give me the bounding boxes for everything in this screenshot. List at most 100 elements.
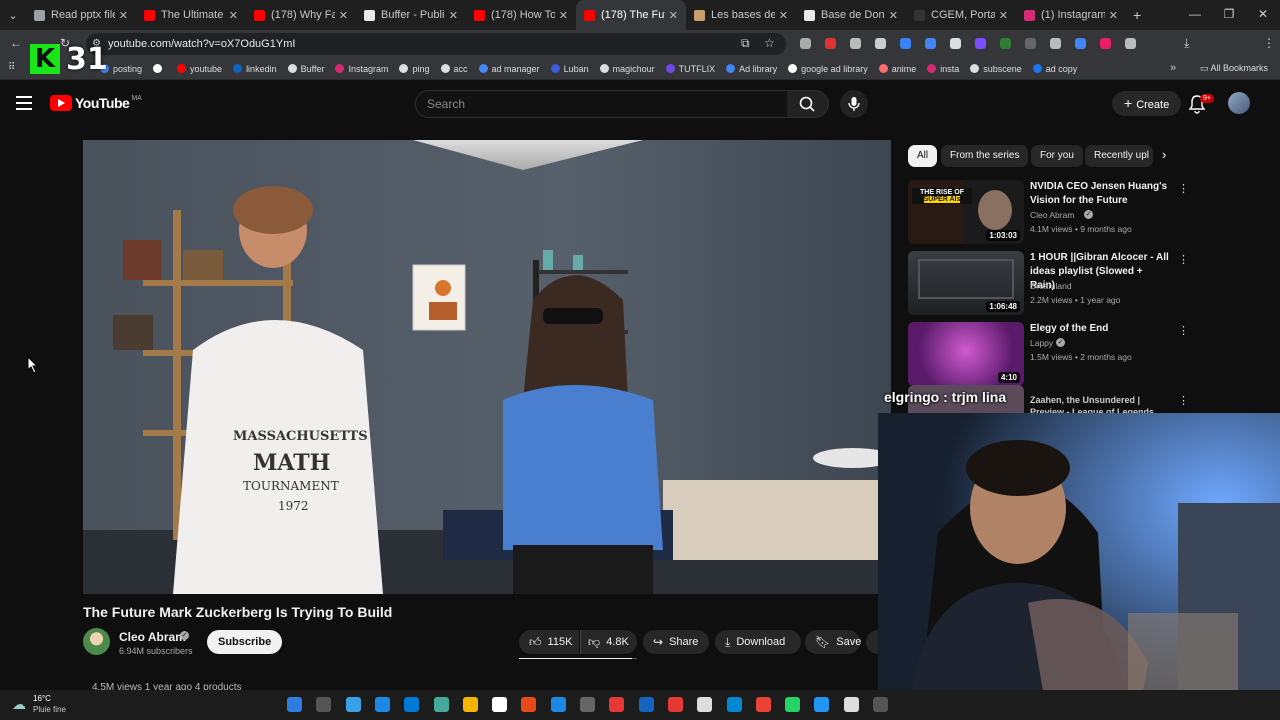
file-explorer-icon[interactable] — [462, 697, 478, 712]
bookmark-item[interactable]: Ad library — [726, 64, 777, 74]
dislike-button[interactable]: 👎︎ 4.8K — [580, 630, 637, 654]
windows-start-icon[interactable] — [287, 697, 302, 712]
related-video-item[interactable]: 4:10 Elegy of the End Lappy ✓ 1.5M views… — [908, 322, 1198, 386]
settings-icon[interactable] — [580, 697, 595, 712]
chip-all[interactable]: All — [908, 145, 938, 167]
more-options-icon[interactable]: ⋮ — [1178, 324, 1189, 337]
close-tab-icon[interactable]: ✕ — [889, 9, 898, 22]
close-tab-icon[interactable]: ✕ — [339, 9, 348, 22]
search-button[interactable] — [787, 90, 829, 118]
extension-icon[interactable] — [975, 38, 986, 49]
bookmark-item[interactable]: TUTFLIX — [665, 64, 715, 74]
browser-tab[interactable]: The Ultimate Di ✕ — [136, 0, 246, 30]
notion-icon[interactable] — [843, 697, 859, 712]
copilot-icon[interactable] — [345, 697, 361, 712]
like-button[interactable]: 👍︎ 115K — [519, 630, 579, 654]
chevron-right-icon[interactable]: › — [1162, 147, 1166, 162]
subscribe-button[interactable]: Subscribe — [207, 630, 283, 654]
related-video-item[interactable]: THE RISE OF SUPER AIs 1:03:03 NVIDIA CEO… — [908, 180, 1198, 244]
related-title[interactable]: NVIDIA CEO Jensen Huang's Vision for the… — [1030, 180, 1170, 208]
bookmark-item[interactable]: insta — [927, 64, 959, 74]
browser-tab[interactable]: Read pptx file ✕ — [26, 0, 136, 30]
related-thumbnail[interactable]: 4:10 — [908, 322, 1024, 386]
back-icon[interactable]: ← — [10, 36, 22, 50]
bookmark-item[interactable]: ad manager — [478, 64, 540, 74]
app-icon[interactable] — [550, 697, 566, 712]
close-tab-icon[interactable]: ✕ — [559, 9, 568, 22]
browser-tab[interactable]: (1) Instagram ✕ — [1016, 0, 1126, 30]
chip-from-series[interactable]: From the series — [941, 145, 1029, 167]
tiktok-icon[interactable] — [697, 697, 713, 712]
related-channel[interactable]: Lappy — [1030, 338, 1053, 348]
more-options-icon[interactable]: ⋮ — [1178, 182, 1189, 195]
account-avatar[interactable] — [1228, 92, 1250, 114]
more-options-icon[interactable]: ⋮ — [1178, 253, 1189, 266]
bookmark-item[interactable]: acc — [440, 64, 468, 74]
more-actions-button[interactable] — [866, 630, 878, 654]
bookmark-item[interactable]: Buffer — [287, 64, 324, 74]
related-video-item[interactable]: 1:06:48 1 HOUR ||Gibran Alcocer - All id… — [908, 251, 1198, 315]
close-tab-icon[interactable]: ✕ — [999, 9, 1008, 22]
bookmark-item[interactable]: ping — [399, 64, 430, 74]
apps-icon[interactable]: ⠿ — [8, 62, 15, 73]
browser-tab[interactable]: Les bases de do ✕ — [686, 0, 796, 30]
chip-recently-uploaded[interactable]: Recently upl — [1085, 145, 1153, 167]
extension-icon[interactable] — [1000, 38, 1011, 49]
bookmarks-overflow-icon[interactable]: » — [1170, 62, 1176, 74]
url-text[interactable]: youtube.com/watch?v=oX7OduG1YmI — [108, 38, 295, 50]
share-button[interactable]: ↪ Share — [643, 630, 709, 654]
related-channel[interactable]: Cleo Abram — [1030, 210, 1074, 220]
close-tab-icon[interactable]: ✕ — [229, 9, 238, 22]
related-channel[interactable]: Dreamland — [1030, 281, 1072, 291]
bookmark-item[interactable]: ad copy — [1032, 64, 1077, 74]
bookmark-item[interactable] — [153, 64, 166, 73]
maximize-button[interactable]: ❐ — [1212, 0, 1246, 30]
browser-tab[interactable]: Base de Donnée ✕ — [796, 0, 906, 30]
bookmark-item[interactable]: Luban — [550, 64, 589, 74]
app-icon[interactable] — [638, 697, 654, 712]
app-icon[interactable] — [814, 697, 830, 712]
close-tab-icon[interactable]: ✕ — [779, 9, 788, 22]
bookmark-item[interactable]: youtube — [177, 64, 222, 74]
bookmark-star-icon[interactable]: ☆ — [764, 36, 775, 50]
more-options-icon[interactable]: ⋮ — [1178, 394, 1189, 407]
create-button[interactable]: + Create — [1112, 91, 1182, 116]
new-tab-button[interactable]: + — [1133, 7, 1141, 23]
extension-icon[interactable] — [850, 38, 861, 49]
browser-tab[interactable]: (178) How To Us ✕ — [466, 0, 576, 30]
whatsapp-icon[interactable] — [785, 697, 801, 712]
related-thumbnail[interactable]: THE RISE OF SUPER AIs 1:03:03 — [908, 180, 1024, 244]
close-tab-icon[interactable]: ✕ — [449, 9, 458, 22]
chip-for-you[interactable]: For you — [1031, 145, 1083, 167]
download-button[interactable]: ⤓ Download — [715, 630, 801, 654]
close-tab-icon[interactable]: ✕ — [1109, 9, 1118, 22]
extension-icon[interactable] — [800, 38, 811, 49]
related-title[interactable]: Elegy of the End — [1030, 322, 1170, 336]
app-icon[interactable] — [374, 697, 390, 712]
bookmark-item[interactable]: magichour — [599, 64, 655, 74]
bookmark-item[interactable]: Instagram — [335, 64, 388, 74]
channel-avatar[interactable] — [83, 628, 110, 655]
related-thumbnail[interactable]: 1:06:48 — [908, 251, 1024, 315]
app-icon[interactable] — [433, 697, 449, 712]
voice-search-button[interactable] — [840, 90, 868, 118]
chrome-icon[interactable] — [755, 697, 771, 712]
extension-icon[interactable] — [1100, 38, 1111, 49]
app-icon[interactable] — [873, 697, 888, 712]
minimize-button[interactable]: — — [1178, 0, 1212, 30]
mail-icon[interactable] — [492, 697, 508, 712]
opera-icon[interactable] — [609, 697, 625, 712]
extension-icon[interactable] — [925, 38, 936, 49]
related-title[interactable]: Zaahen, the Unsundered | Preview - Leagu… — [1030, 394, 1160, 414]
task-view-icon[interactable] — [316, 697, 332, 712]
install-app-icon[interactable]: ⧉ — [741, 36, 750, 51]
extension-icon[interactable] — [950, 38, 961, 49]
extension-icon[interactable] — [1125, 38, 1136, 49]
extension-icon[interactable] — [825, 38, 836, 49]
app-icon[interactable] — [404, 697, 420, 712]
extension-icon[interactable] — [1025, 38, 1036, 49]
youtube-logo[interactable]: YouTube MA — [50, 95, 142, 111]
browser-menu-icon[interactable]: ⋮ — [1263, 36, 1275, 50]
extension-icon[interactable] — [875, 38, 886, 49]
close-tab-icon[interactable]: ✕ — [119, 9, 128, 22]
